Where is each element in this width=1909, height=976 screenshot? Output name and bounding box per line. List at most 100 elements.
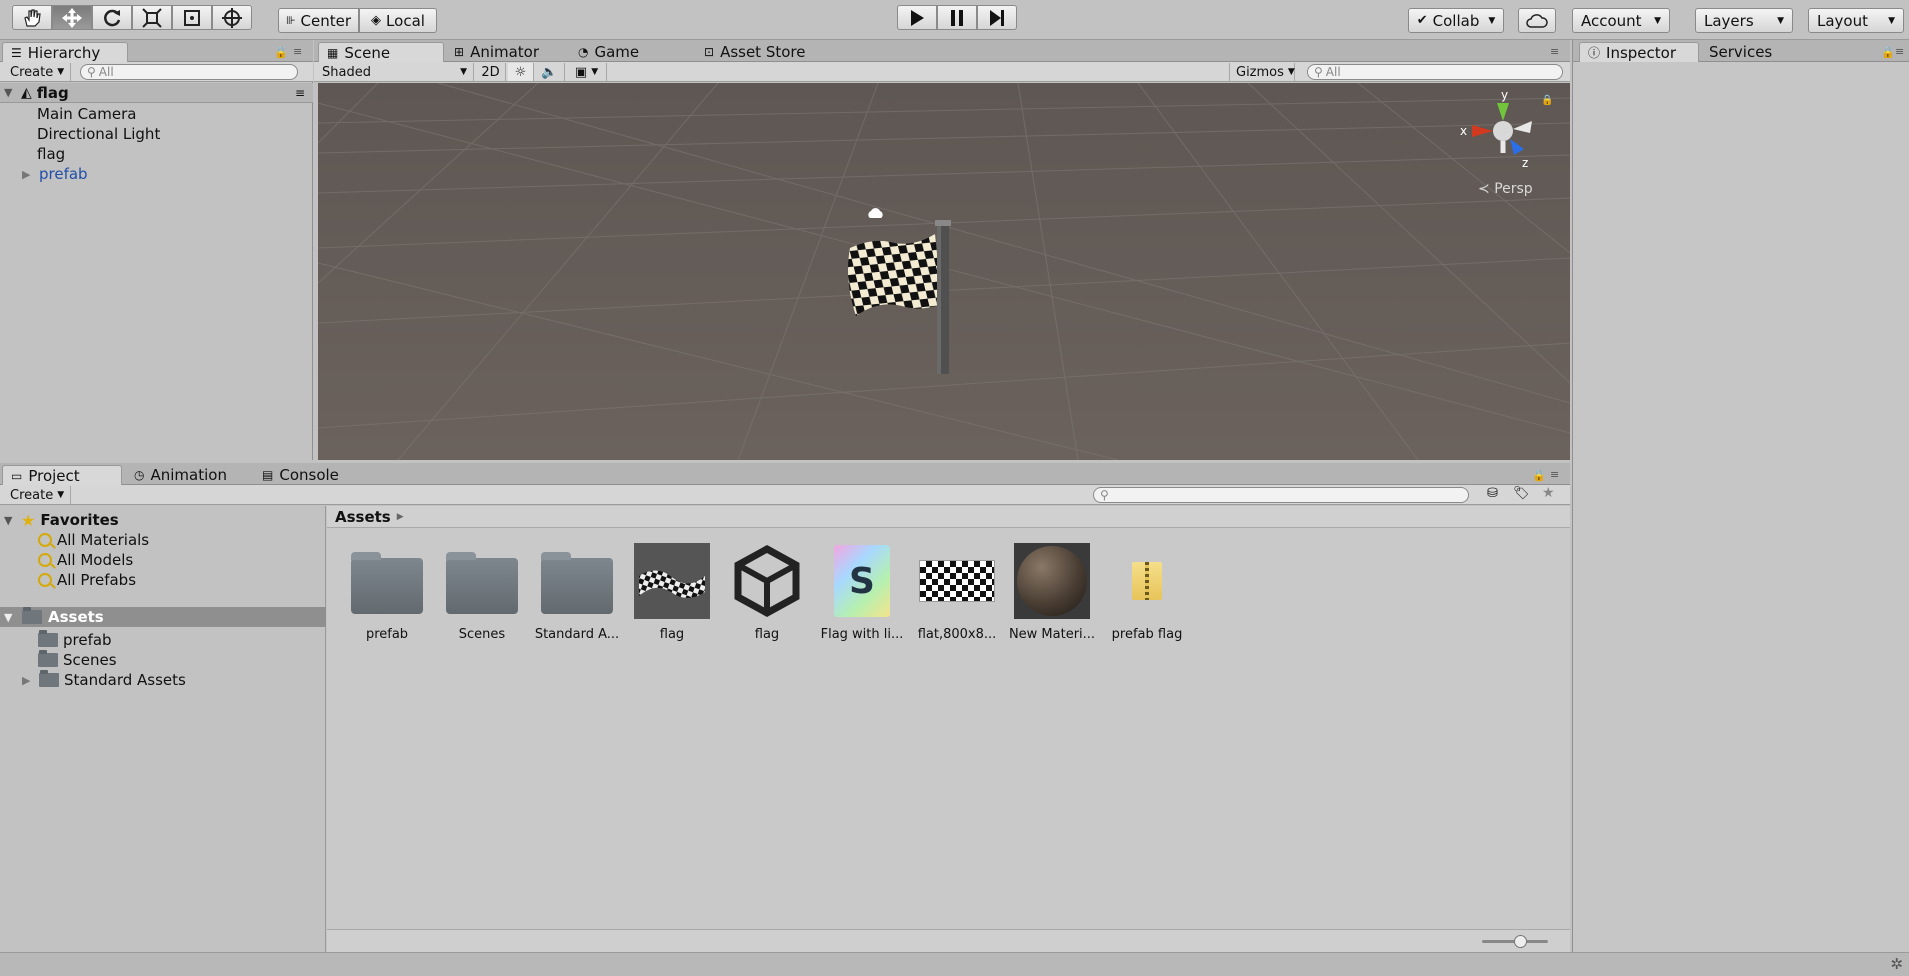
- tab-game[interactable]: ◔ Game: [570, 42, 647, 62]
- pivot-center-button[interactable]: ⊪ Center: [278, 8, 359, 33]
- lock-icon[interactable]: 🔒: [274, 46, 288, 59]
- search-icon: ⚲: [1314, 65, 1323, 79]
- 2d-toggle[interactable]: 2D: [476, 63, 506, 81]
- favorite-star-icon[interactable]: ★: [1542, 485, 1555, 501]
- account-dropdown[interactable]: Account ▼: [1572, 8, 1670, 33]
- tab-animator[interactable]: ⊞ Animator: [446, 42, 547, 62]
- favorites-header[interactable]: ▼ ★ Favorites: [4, 510, 119, 530]
- audio-toggle[interactable]: 🔈: [535, 63, 565, 81]
- asset-folder-item[interactable]: prefab: [38, 630, 112, 650]
- expand-arrow-icon[interactable]: ▼: [4, 86, 16, 99]
- favorite-item[interactable]: All Prefabs: [38, 570, 136, 590]
- cloud-button[interactable]: [1518, 8, 1556, 33]
- breadcrumb-item[interactable]: Assets: [335, 508, 391, 526]
- create-label: Create: [10, 64, 54, 80]
- project-create-dropdown[interactable]: Create ▼: [4, 486, 72, 504]
- rotate-icon: [104, 9, 121, 26]
- hierarchy-item[interactable]: flag: [37, 144, 65, 164]
- asset-folder-item[interactable]: ▶ Standard Assets: [22, 670, 186, 690]
- project-search-input[interactable]: ⚲: [1093, 487, 1469, 503]
- folder-icon: [541, 552, 613, 614]
- hand-tool-button[interactable]: [12, 5, 52, 30]
- scene-viewport[interactable]: y x z 🔒 ≺ Persp: [318, 83, 1570, 460]
- viewport-lock-icon[interactable]: 🔒: [1541, 95, 1553, 106]
- transform-tool-button[interactable]: [212, 5, 252, 30]
- unity-scene-icon: ◭: [21, 84, 32, 101]
- rotate-tool-button[interactable]: [92, 5, 132, 30]
- thumbnail-size-slider[interactable]: [1482, 935, 1548, 948]
- move-tool-button[interactable]: [52, 5, 92, 30]
- search-icon: ⚲: [87, 65, 96, 79]
- asset-item-texture[interactable]: flat,800x8...: [911, 543, 1003, 642]
- hierarchy-item[interactable]: Directional Light: [37, 124, 160, 144]
- panel-menu-icon[interactable]: ≡: [1550, 45, 1559, 58]
- lock-icon[interactable]: 🔒: [1532, 469, 1546, 482]
- folder-icon: [39, 670, 59, 687]
- search-filter-icon: [38, 533, 52, 547]
- favorite-item-label: All Materials: [57, 531, 150, 549]
- gizmos-dropdown[interactable]: Gizmos ▼: [1229, 63, 1295, 81]
- shading-mode-dropdown[interactable]: Shaded ▼: [316, 63, 474, 81]
- panel-menu-icon[interactable]: ≡: [293, 45, 302, 58]
- effects-dropdown[interactable]: ▣ ▼: [567, 63, 607, 81]
- asset-item-package[interactable]: prefab flag: [1101, 543, 1193, 642]
- filter-by-label-icon[interactable]: 🏷: [1513, 486, 1530, 501]
- transform-icon: [222, 7, 242, 28]
- tab-project[interactable]: ▭ Project: [2, 465, 122, 485]
- expand-arrow-icon[interactable]: ▼: [4, 611, 16, 624]
- asset-item-label: Standard A...: [534, 627, 620, 642]
- slider-handle[interactable]: [1514, 935, 1527, 948]
- hierarchy-create-dropdown[interactable]: Create ▼: [4, 63, 72, 81]
- tab-scene[interactable]: ▦ Scene: [318, 42, 444, 62]
- folder-thumbnail: [349, 543, 425, 619]
- tab-console[interactable]: ▤ Console: [254, 465, 347, 485]
- collab-label: Collab: [1432, 11, 1480, 30]
- rect-tool-button[interactable]: [172, 5, 212, 30]
- asset-item-model[interactable]: flag: [626, 543, 718, 642]
- favorite-item[interactable]: All Models: [38, 550, 133, 570]
- project-tree: ▼ ★ Favorites All Materials All Models A…: [0, 506, 326, 952]
- assets-root-row[interactable]: ▼ Assets: [0, 607, 326, 627]
- expand-arrow-icon[interactable]: ▶: [22, 168, 34, 181]
- favorite-item[interactable]: All Materials: [38, 530, 149, 550]
- tab-asset-store-label: Asset Store: [720, 43, 806, 61]
- scene-thumbnail: [729, 543, 805, 619]
- lighting-toggle[interactable]: ☼: [508, 63, 534, 81]
- pause-button[interactable]: [937, 5, 977, 30]
- scene-search-input[interactable]: ⚲ All: [1307, 64, 1563, 80]
- tab-animation[interactable]: ◷ Animation: [126, 465, 235, 485]
- hierarchy-item[interactable]: Main Camera: [37, 104, 136, 124]
- asset-item-folder[interactable]: Scenes: [436, 543, 528, 642]
- expand-arrow-icon[interactable]: ▼: [4, 514, 16, 527]
- hierarchy-item-prefab[interactable]: ▶ prefab: [22, 164, 88, 184]
- layout-dropdown[interactable]: Layout ▼: [1808, 8, 1904, 33]
- check-circle-icon: ✔: [1416, 13, 1428, 28]
- play-button[interactable]: [897, 5, 937, 30]
- asset-item-folder[interactable]: prefab: [341, 543, 433, 642]
- asset-item-shader[interactable]: S Flag with li...: [816, 543, 908, 642]
- step-button[interactable]: [977, 5, 1017, 30]
- collab-dropdown[interactable]: ✔ Collab ▼: [1408, 8, 1504, 33]
- panel-menu-icon[interactable]: ≡: [1550, 468, 1559, 481]
- projection-toggle[interactable]: ≺ Persp: [1478, 181, 1533, 197]
- panel-menu-icon[interactable]: ≡: [1895, 45, 1904, 58]
- hierarchy-search-input[interactable]: ⚲ All: [80, 64, 298, 80]
- pivot-local-button[interactable]: ◈ Local: [359, 8, 437, 33]
- tab-inspector[interactable]: ⓘ Inspector: [1579, 42, 1699, 62]
- layers-dropdown[interactable]: Layers ▼: [1695, 8, 1793, 33]
- asset-item-scene[interactable]: flag: [721, 543, 813, 642]
- asset-folder-item[interactable]: Scenes: [38, 650, 117, 670]
- expand-arrow-icon[interactable]: ▶: [22, 674, 34, 687]
- filter-by-type-icon[interactable]: ⛁: [1487, 486, 1498, 501]
- inspector-tabbar: ⓘ Inspector Services 🔒 ≡: [1573, 40, 1909, 62]
- asset-item-folder[interactable]: Standard A...: [531, 543, 623, 642]
- scene-menu-icon[interactable]: ≡: [295, 86, 305, 100]
- asset-item-material[interactable]: New Materi...: [1006, 543, 1098, 642]
- lock-icon[interactable]: 🔒: [1881, 46, 1895, 59]
- scale-tool-button[interactable]: [132, 5, 172, 30]
- tab-asset-store[interactable]: ⊡ Asset Store: [696, 42, 813, 62]
- orientation-gizmo[interactable]: y x z: [1458, 89, 1548, 184]
- tab-services[interactable]: Services: [1701, 42, 1780, 62]
- tab-hierarchy[interactable]: ☰ Hierarchy: [2, 42, 128, 62]
- scene-header-row[interactable]: ▼ ◭ flag ≡: [0, 83, 313, 103]
